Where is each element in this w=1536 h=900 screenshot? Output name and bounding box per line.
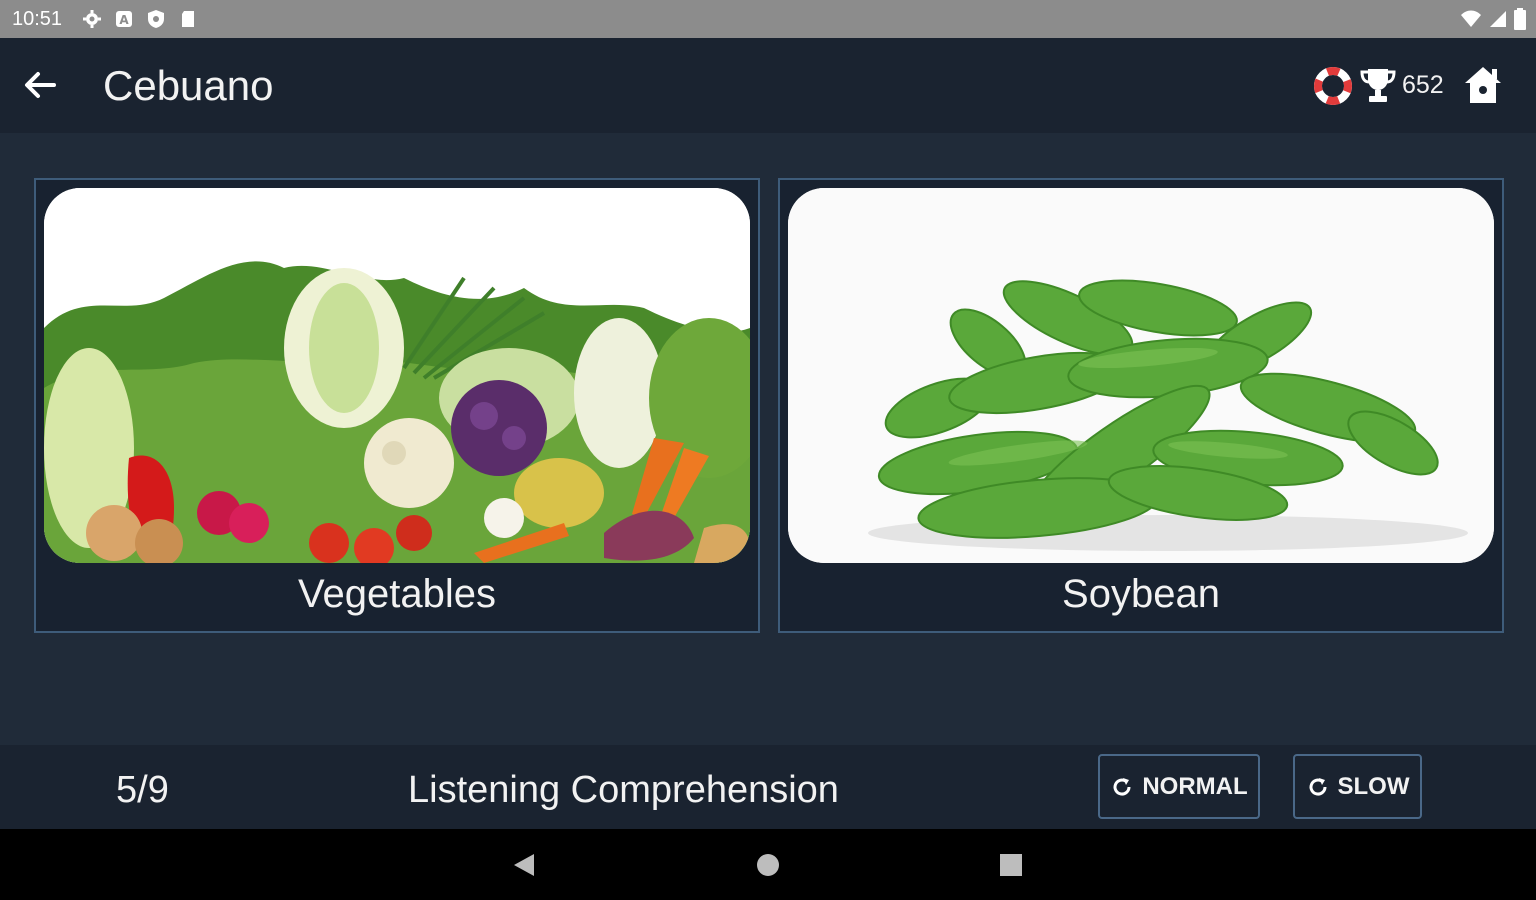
score-count: 652 (1402, 71, 1444, 99)
home-circle-icon (757, 854, 779, 876)
status-icons: A (82, 9, 198, 29)
recents-square-icon (1000, 854, 1022, 876)
quiz-area: Vegetables Soybean (0, 133, 1536, 745)
settings-icon (82, 9, 102, 29)
home-icon (1465, 67, 1501, 103)
app-bar: Cebuano 652 (0, 38, 1536, 133)
status-time: 10:51 (12, 8, 63, 30)
sd-card-icon (178, 9, 198, 29)
play-normal-label: NORMAL (1142, 772, 1248, 800)
battery-icon (1514, 8, 1526, 35)
back-triangle-icon (514, 854, 534, 876)
trophy-icon (1358, 65, 1398, 105)
shield-icon (146, 9, 166, 29)
answer-card-soybean[interactable]: Soybean (778, 178, 1504, 633)
nav-recents-button[interactable] (997, 851, 1025, 879)
status-bar: 10:51 A (0, 0, 1536, 38)
nav-home-button[interactable] (754, 851, 782, 879)
status-right (1460, 8, 1526, 35)
vegetables-photo (44, 188, 750, 563)
soybean-photo (788, 188, 1494, 563)
bottom-bar: 5/9 Listening Comprehension NORMAL SLOW (0, 745, 1536, 829)
wifi-icon (1460, 9, 1482, 34)
play-normal-button[interactable]: NORMAL (1098, 754, 1260, 819)
page-title: Cebuano (103, 62, 274, 109)
question-progress: 5/9 (116, 769, 169, 811)
replay-icon (1113, 777, 1131, 796)
play-slow-label: SLOW (1337, 772, 1410, 800)
back-button[interactable] (18, 62, 64, 108)
notification-icon: A (114, 9, 134, 29)
svg-text:A: A (119, 13, 129, 27)
answer-label: Vegetables (298, 572, 496, 616)
exercise-mode-label: Listening Comprehension (408, 769, 839, 811)
signal-icon (1488, 9, 1508, 34)
system-nav-bar (0, 829, 1536, 900)
home-button[interactable] (1461, 63, 1505, 107)
back-arrow-icon (25, 72, 56, 98)
lifebuoy-icon[interactable] (1314, 67, 1352, 105)
play-slow-button[interactable]: SLOW (1293, 754, 1422, 819)
answer-label: Soybean (1062, 572, 1220, 616)
nav-back-button[interactable] (510, 851, 538, 879)
answer-card-vegetables[interactable]: Vegetables (34, 178, 760, 633)
replay-icon (1309, 777, 1327, 796)
